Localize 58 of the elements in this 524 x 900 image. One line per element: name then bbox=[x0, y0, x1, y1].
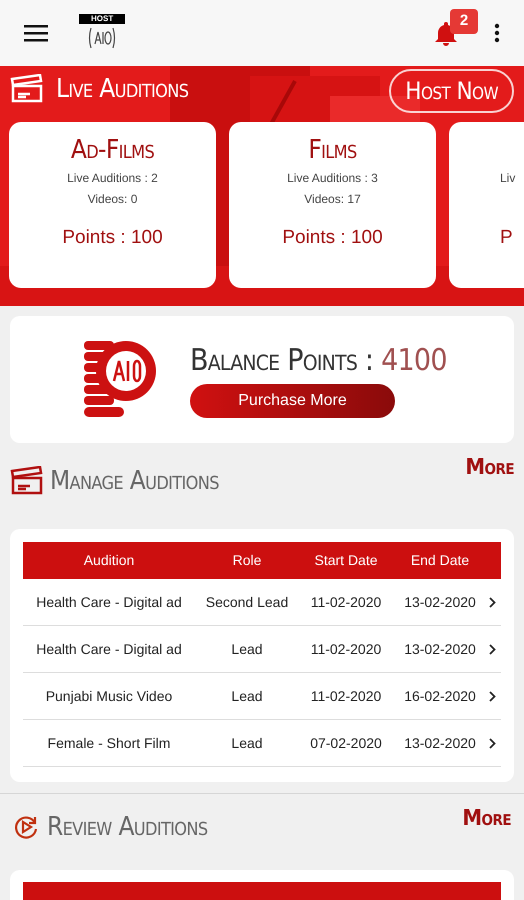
live-count: Live Auditions : 3 bbox=[287, 170, 378, 186]
clapperboard-icon bbox=[10, 466, 44, 496]
purchase-more-button[interactable]: Purchase More bbox=[190, 384, 395, 418]
table-cell-text: Lead bbox=[230, 734, 264, 752]
video-count: Videos: 17 bbox=[304, 191, 361, 207]
balance-label: Balance Points : bbox=[190, 342, 374, 378]
table-row[interactable]: Female - Short Film Lead 07-02-2020 13-02-2020 bbox=[23, 720, 501, 767]
table-cell-text: Lead bbox=[230, 686, 264, 706]
live-count: Live Auditions : 2 bbox=[67, 170, 158, 186]
section-title: Live Auditions bbox=[56, 76, 188, 102]
card-title: Films bbox=[308, 134, 357, 166]
category-card[interactable]: Liv P bbox=[449, 122, 524, 288]
table-cell-text: Health Care - Digital ad bbox=[35, 640, 183, 659]
replay-icon bbox=[13, 814, 39, 840]
column-header: Audition bbox=[82, 551, 136, 570]
table-cell-text: 13-02-2020 bbox=[403, 640, 477, 658]
column-header: End Date bbox=[410, 551, 470, 570]
chevron-right-icon[interactable] bbox=[489, 690, 496, 702]
more-options-icon[interactable] bbox=[494, 23, 500, 43]
table-row[interactable]: Health Care - Digital ad Second Lead 11-02-2020 13-02-2020 bbox=[23, 579, 501, 626]
table-row[interactable]: Health Care - Digital ad Lead 11-02-2020 13-02-2020 bbox=[23, 626, 501, 673]
more-link[interactable]: More bbox=[462, 808, 511, 830]
table-cell-text: Health Care - Digital ad bbox=[35, 592, 183, 612]
category-card[interactable]: Ad-Films Live Auditions : 2 Videos: 0 Points : 100 bbox=[9, 122, 216, 288]
video-count: Videos: 0 bbox=[88, 191, 138, 207]
live-count: Liv bbox=[500, 170, 516, 186]
table-cell-text: 11-02-2020 bbox=[310, 592, 382, 612]
points-text: Points : 100 bbox=[62, 226, 163, 250]
host-now-button[interactable]: Host Now bbox=[389, 69, 514, 113]
menu-icon[interactable] bbox=[24, 24, 48, 42]
table-cell-text: Lead bbox=[230, 640, 264, 658]
balance-value: 4100 bbox=[381, 342, 447, 378]
more-link[interactable]: More bbox=[465, 457, 514, 479]
table-cell-text: Second Lead bbox=[204, 592, 290, 612]
table-cell-text: 11-02-2020 bbox=[310, 686, 382, 706]
table-row[interactable]: Punjabi Music Video Lead 11-02-2020 16-02-2020 bbox=[23, 673, 501, 720]
column-header: Role bbox=[232, 551, 262, 570]
clapperboard-icon bbox=[10, 74, 44, 104]
notification-badge: 2 bbox=[450, 9, 478, 34]
table-cell-text: 07-02-2020 bbox=[309, 734, 383, 752]
table-cell-text: Punjabi Music Video bbox=[44, 686, 174, 706]
table-cell-text: Female - Short Film bbox=[46, 734, 172, 752]
chevron-right-icon[interactable] bbox=[489, 738, 496, 748]
card-title: Ad-Films bbox=[70, 134, 154, 166]
table-cell-text: 13-02-2020 bbox=[403, 734, 477, 752]
points-text: Points : 100 bbox=[282, 226, 383, 250]
table-cell-text: 16-02-2020 bbox=[403, 686, 477, 706]
section-title: Manage Auditions bbox=[50, 468, 219, 494]
category-card[interactable]: Films Live Auditions : 3 Videos: 17 Points : 100 bbox=[229, 122, 436, 288]
section-title: Review Auditions bbox=[47, 814, 208, 840]
bell-icon[interactable] bbox=[434, 20, 458, 46]
table-cell-text: 13-02-2020 bbox=[403, 592, 477, 612]
chevron-right-icon[interactable] bbox=[489, 644, 496, 654]
host-label: HOST bbox=[79, 14, 126, 24]
chevron-right-icon[interactable] bbox=[489, 596, 496, 608]
points-text: P bbox=[500, 226, 513, 250]
table-cell-text: 11-02-2020 bbox=[310, 640, 382, 658]
column-header: Start Date bbox=[313, 551, 379, 570]
